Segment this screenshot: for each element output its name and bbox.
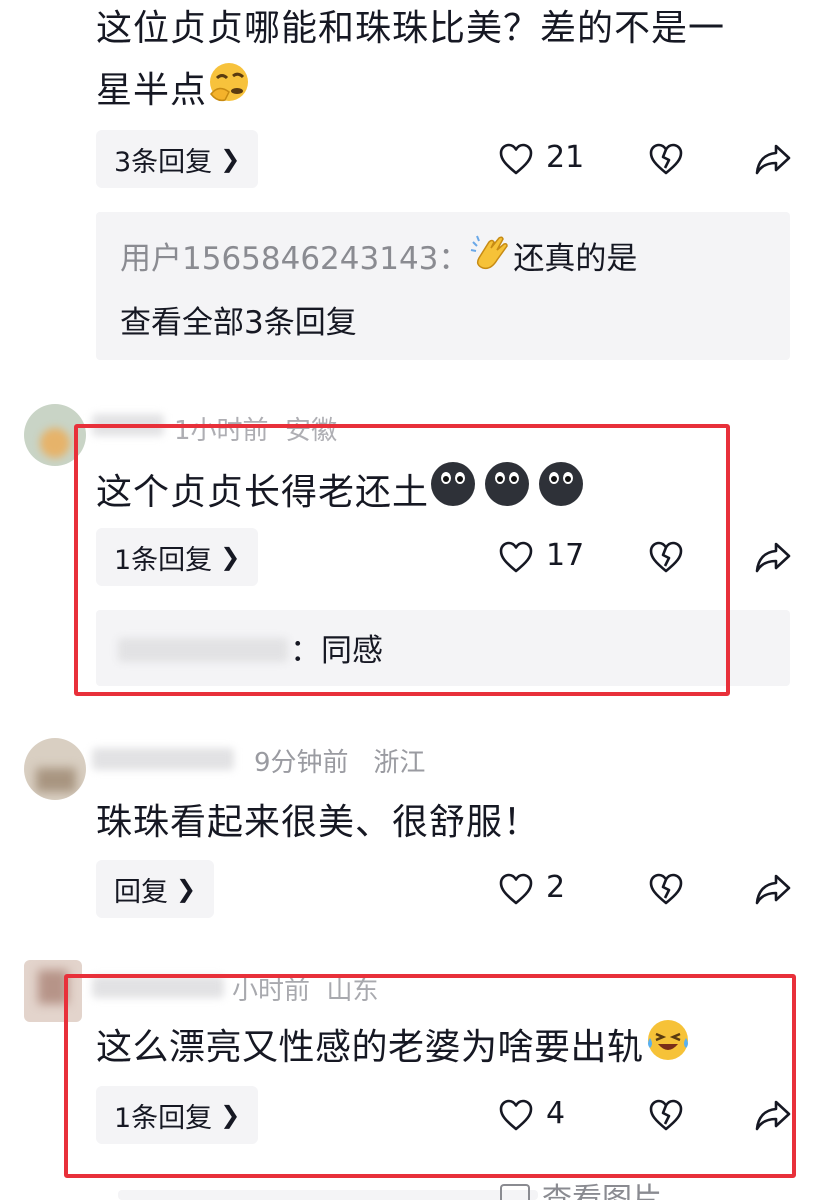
- avatar[interactable]: [24, 738, 86, 800]
- highlight-box: [74, 424, 730, 696]
- thinking-emoji-icon: [207, 60, 253, 124]
- comment-text: 这位贞贞哪能和珠珠比美？差的不是一: [96, 8, 726, 49]
- like-count: 21: [546, 140, 585, 175]
- reply-count-button[interactable]: 3条回复 ❯: [96, 130, 259, 188]
- clapping-hands-icon: [469, 232, 513, 289]
- image-icon: [500, 1184, 530, 1200]
- reply-username[interactable]: 用户1565846243143：: [120, 241, 469, 277]
- view-image-link[interactable]: 查看图片: [542, 1180, 662, 1200]
- comment-text: 珠珠看起来很美、很舒服！: [96, 802, 541, 843]
- heart-icon[interactable]: [498, 872, 534, 906]
- dislike-icon[interactable]: [648, 872, 684, 906]
- share-icon[interactable]: [754, 872, 792, 906]
- reply-preview-line: 用户1565846243143： 还真的是: [120, 232, 637, 289]
- dislike-icon[interactable]: [648, 142, 684, 176]
- chevron-right-icon: ❯: [176, 875, 197, 903]
- reply-button[interactable]: 回复 ❯: [96, 860, 215, 918]
- highlight-box: [64, 974, 796, 1178]
- share-icon[interactable]: [754, 142, 792, 176]
- comment-meta: 9分钟前 浙江: [254, 748, 426, 778]
- comment-text-line2: 星半点: [96, 60, 253, 124]
- chevron-right-icon: ❯: [220, 145, 241, 173]
- like-count: 2: [546, 870, 566, 905]
- heart-icon[interactable]: [498, 142, 534, 176]
- view-all-replies-link[interactable]: 查看全部3条回复: [120, 300, 357, 346]
- share-icon[interactable]: [754, 540, 792, 574]
- partial-reply-box[interactable]: [118, 1190, 538, 1200]
- username-blurred[interactable]: [92, 748, 234, 770]
